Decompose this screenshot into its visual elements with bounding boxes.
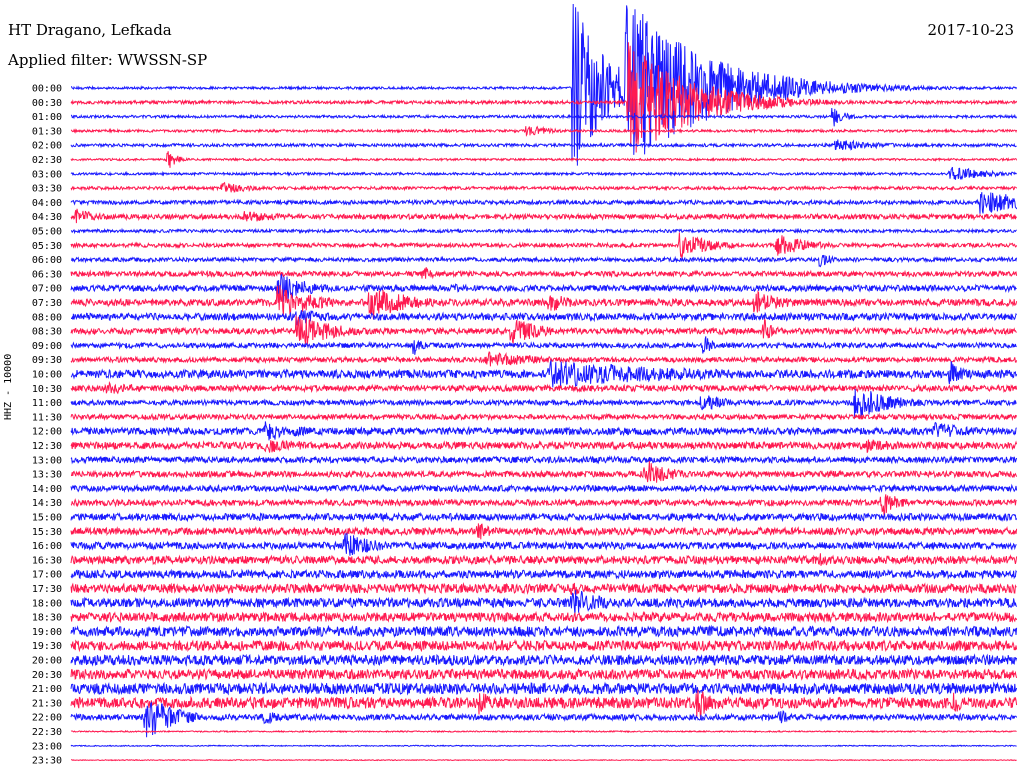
row-time-label: 18:30 [32,613,62,624]
row-time-label: 18:00 [32,598,62,609]
trace-row [71,254,1018,268]
trace-row [71,310,1017,326]
row-time-label: 13:00 [32,455,62,466]
trace-row [70,412,1018,422]
row-time-label: 20:00 [32,656,62,667]
trace-row [70,439,1018,453]
trace-row [70,638,1018,653]
row-time-label: 16:00 [32,541,62,552]
trace-row [70,380,1018,395]
trace-row [70,483,1018,494]
row-time-label: 15:00 [32,513,62,524]
trace-row [70,336,1017,355]
trace-row [70,208,1017,224]
trace-row [70,568,1018,580]
trace-row [70,582,1017,595]
trace-row [70,744,1017,748]
trace-row [70,610,1018,624]
trace-row [70,107,1018,127]
row-time-label: 04:00 [32,198,62,209]
row-time-label: 04:30 [32,212,62,223]
trace-row [70,553,1018,566]
trace-row [70,273,1017,303]
row-time-label: 17:00 [32,570,62,581]
trace-row [70,590,1018,616]
trace-row [71,758,1017,762]
trace-row [70,125,1018,137]
trace-group [70,3,1018,762]
trace-row [70,667,1018,681]
trace-row [70,151,1018,168]
trace-row [70,42,1018,153]
row-time-label: 03:00 [32,169,62,180]
trace-row [70,681,1018,696]
trace-row [70,388,1017,419]
row-time-label: 19:00 [32,627,62,638]
row-time-label: 11:30 [32,412,62,423]
trace-row [70,267,1018,280]
row-time-label: 01:30 [32,126,62,137]
row-time-label: 06:00 [32,255,62,266]
helicorder-plot: 00:00 00:30 01:00 01:30 02:00 02:30 03:00 03:30… [32,3,1018,767]
trace-row [70,511,1018,523]
row-time-label: 06:30 [32,269,62,280]
row-time-label: 10:00 [32,370,62,381]
trace-row [70,227,1017,235]
trace-row [70,532,1017,556]
row-label-group: 00:00 00:30 01:00 01:30 02:00 02:30 03:00 03:30… [32,84,62,767]
row-time-label: 07:30 [32,298,62,309]
row-time-label: 09:00 [32,341,62,352]
row-time-label: 05:00 [32,227,62,238]
trace-row [70,359,1018,388]
row-time-label: 03:30 [32,184,62,195]
trace-row [70,315,1017,345]
row-time-label: 12:30 [32,441,62,452]
row-time-label: 02:30 [32,155,62,166]
row-time-label: 07:00 [32,284,62,295]
row-time-label: 17:30 [32,584,62,595]
trace-row [70,454,1018,465]
trace-row [70,624,1018,639]
row-time-label: 21:30 [32,698,62,709]
row-time-label: 13:30 [32,470,62,481]
row-time-label: 22:30 [32,727,62,738]
row-time-label: 23:00 [32,741,62,752]
row-time-label: 21:00 [32,684,62,695]
row-time-label: 02:00 [32,141,62,152]
row-time-label: 00:00 [32,84,62,95]
row-time-label: 08:30 [32,327,62,338]
trace-row [71,3,1018,166]
trace-row [70,181,1018,193]
trace-row [70,232,1018,260]
row-time-label: 19:30 [32,641,62,652]
row-time-label: 09:30 [32,355,62,366]
trace-row [70,139,1017,151]
trace-row [70,689,1018,718]
row-time-label: 08:00 [32,312,62,323]
row-time-label: 12:00 [32,427,62,438]
row-time-label: 01:00 [32,112,62,123]
trace-row [70,729,1017,734]
row-time-label: 14:30 [32,498,62,509]
trace-row [70,166,1017,181]
row-time-label: 11:00 [32,398,62,409]
trace-row [70,192,1018,214]
row-time-label: 23:30 [32,756,62,767]
trace-row [70,653,1018,667]
row-time-label: 14:00 [32,484,62,495]
row-time-label: 05:30 [32,241,62,252]
trace-row [70,523,1018,540]
trace-row [70,460,1018,483]
row-time-label: 22:00 [32,713,62,724]
row-time-label: 00:30 [32,98,62,109]
trace-row [70,350,1018,367]
row-time-label: 20:30 [32,670,62,681]
row-time-label: 15:30 [32,527,62,538]
row-time-label: 10:30 [32,384,62,395]
row-time-label: 16:30 [32,555,62,566]
trace-row [70,494,1017,516]
trace-row [70,421,1017,441]
